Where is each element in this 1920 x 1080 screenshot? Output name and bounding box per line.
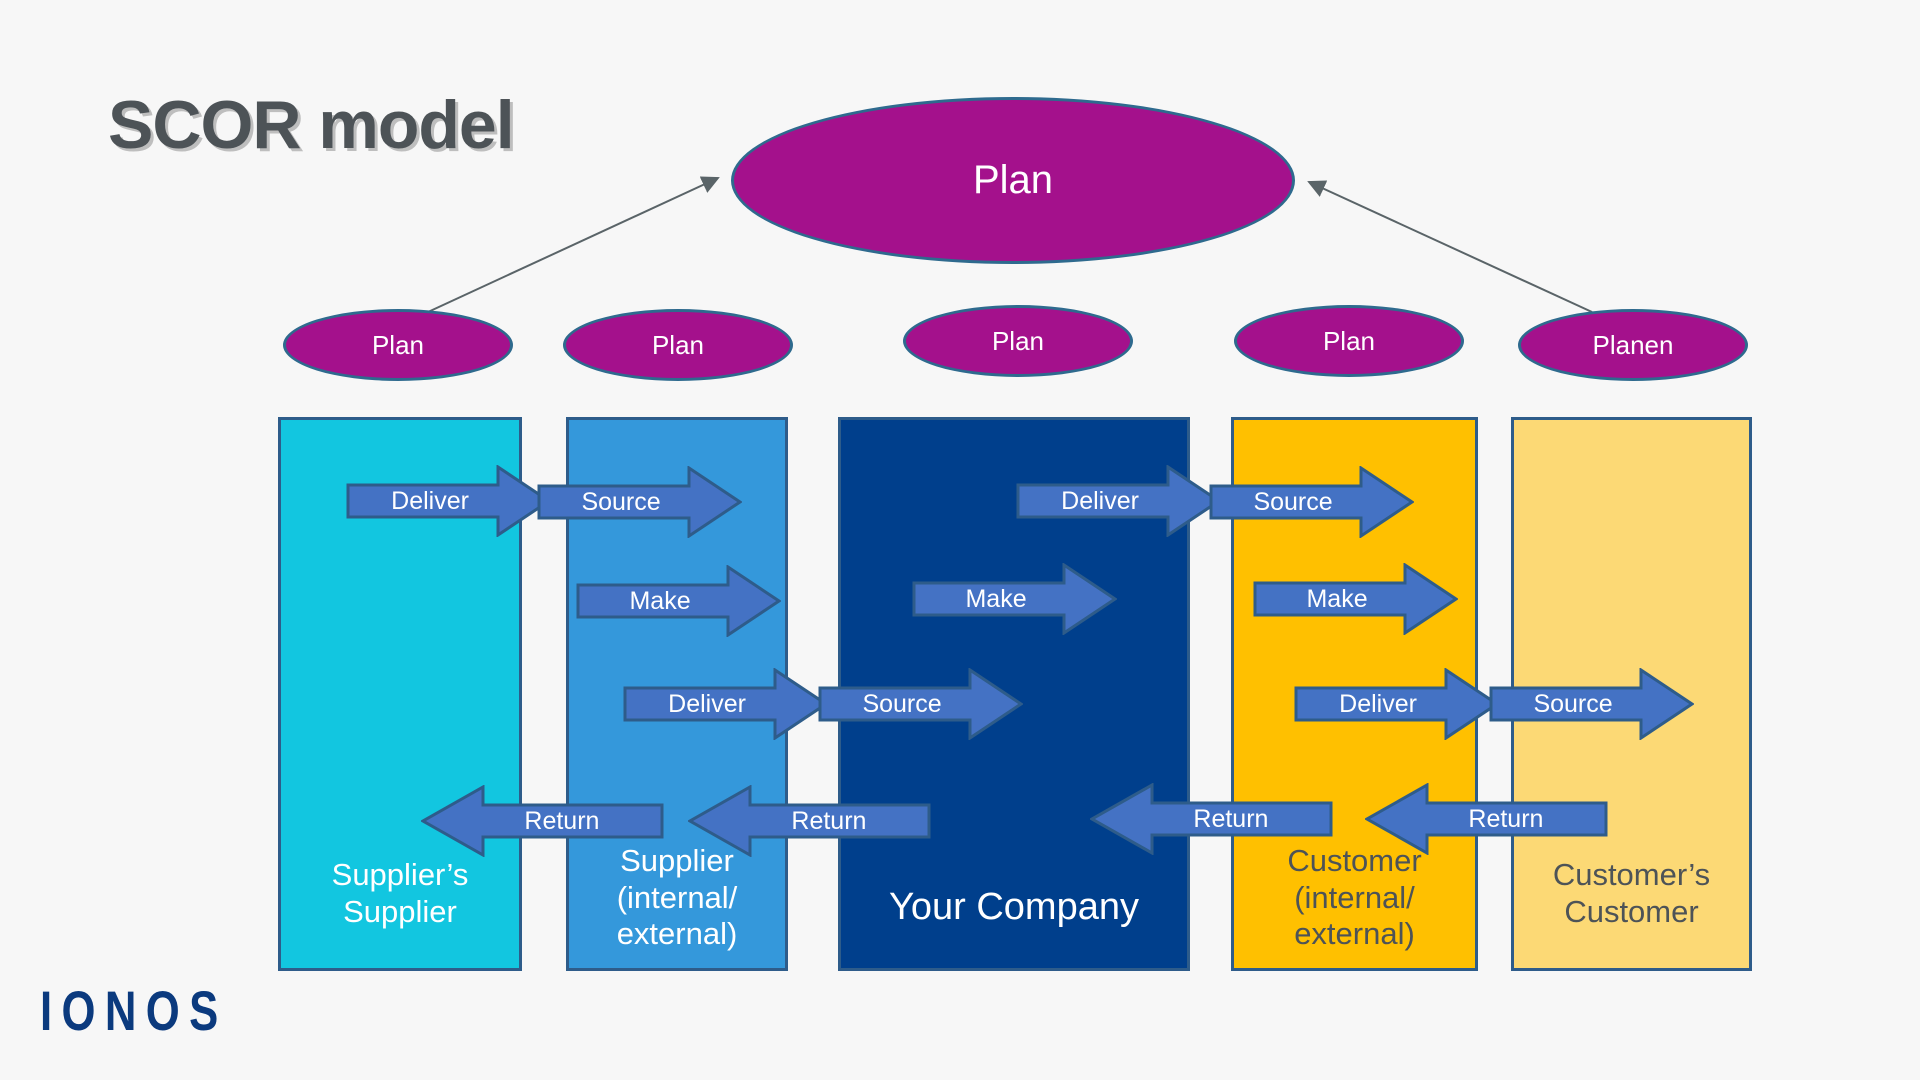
arrow-right-icon xyxy=(623,668,828,740)
arrow-right-icon xyxy=(346,465,551,537)
arrow-make-2[interactable]: Make xyxy=(912,563,1117,635)
arrow-source-3[interactable]: Source xyxy=(1209,466,1414,538)
arrow-right-icon xyxy=(576,565,781,637)
connector-right xyxy=(1307,180,1593,313)
connector-left xyxy=(427,176,720,313)
arrow-right-icon xyxy=(912,563,1117,635)
plan-ellipse-5-label: Planen xyxy=(1592,329,1674,360)
arrow-deliver-2[interactable]: Deliver xyxy=(623,668,828,740)
arrow-return-3[interactable]: Return xyxy=(1090,783,1333,855)
arrow-source-4[interactable]: Source xyxy=(1489,668,1694,740)
arrow-right-icon xyxy=(1253,563,1458,635)
ionos-logo: IONOS xyxy=(40,979,228,1042)
arrow-make-3[interactable]: Make xyxy=(1253,563,1458,635)
arrow-return-1[interactable]: Return xyxy=(421,785,664,857)
arrow-deliver-3[interactable]: Deliver xyxy=(1016,465,1221,537)
arrow-left-icon xyxy=(1365,783,1608,855)
plan-main-ellipse[interactable]: Plan xyxy=(731,97,1295,264)
arrow-right-icon xyxy=(1016,465,1221,537)
plan-ellipse-4[interactable]: Plan xyxy=(1234,305,1464,377)
plan-ellipse-1-label: Plan xyxy=(371,329,425,360)
arrow-right-icon xyxy=(537,466,742,538)
arrow-right-icon xyxy=(818,668,1023,740)
arrow-deliver-4[interactable]: Deliver xyxy=(1294,668,1499,740)
arrow-right-icon xyxy=(1294,668,1499,740)
arrow-left-icon xyxy=(421,785,664,857)
plan-ellipse-4-label: Plan xyxy=(1322,325,1376,356)
plan-ellipse-2[interactable]: Plan xyxy=(563,309,793,381)
arrow-return-4[interactable]: Return xyxy=(1365,783,1608,855)
scor-model-diagram: SCOR model Plan Plan Plan Plan Plan Plan… xyxy=(0,0,1920,1080)
plan-main-label: Plan xyxy=(972,158,1054,202)
arrow-deliver-1[interactable]: Deliver xyxy=(346,465,551,537)
plan-ellipse-3[interactable]: Plan xyxy=(903,305,1133,377)
arrow-make-1[interactable]: Make xyxy=(576,565,781,637)
arrow-right-icon xyxy=(1209,466,1414,538)
arrow-left-icon xyxy=(688,785,931,857)
arrow-source-2[interactable]: Source xyxy=(818,668,1023,740)
plan-ellipse-3-label: Plan xyxy=(991,325,1045,356)
plan-ellipse-5[interactable]: Planen xyxy=(1518,309,1748,381)
arrow-left-icon xyxy=(1090,783,1333,855)
arrow-return-2[interactable]: Return xyxy=(688,785,931,857)
page-title: SCOR model xyxy=(108,87,515,163)
plan-ellipse-2-label: Plan xyxy=(651,329,705,360)
arrow-right-icon xyxy=(1489,668,1694,740)
arrow-source-1[interactable]: Source xyxy=(537,466,742,538)
plan-ellipse-1[interactable]: Plan xyxy=(283,309,513,381)
